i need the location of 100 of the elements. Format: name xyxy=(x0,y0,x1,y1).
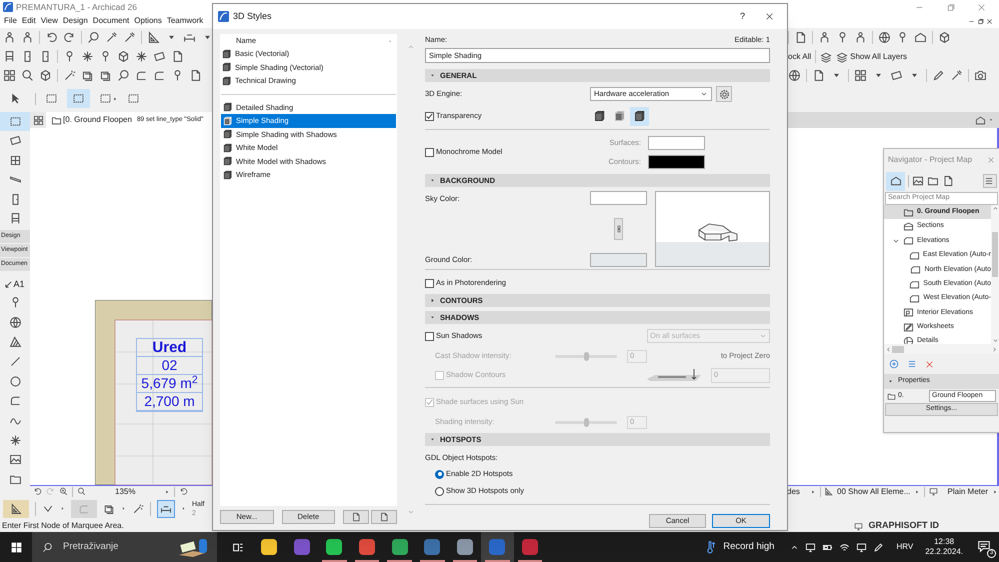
asterisk-icon[interactable] xyxy=(8,434,22,447)
house-icon[interactable] xyxy=(975,114,986,126)
caret-icon[interactable] xyxy=(181,506,186,511)
menu-item[interactable]: Design xyxy=(62,15,88,27)
wand-icon[interactable] xyxy=(63,69,76,82)
caret-icon[interactable] xyxy=(988,117,994,123)
scrollbar[interactable] xyxy=(991,205,999,344)
monitor-icon[interactable] xyxy=(854,522,864,530)
color-swatch[interactable] xyxy=(590,191,647,205)
caret-icon[interactable] xyxy=(164,488,170,494)
marquee-icon[interactable] xyxy=(45,92,58,105)
account-button[interactable]: GRAPHISOFT ID xyxy=(868,519,939,533)
menu-item[interactable]: Document xyxy=(92,15,130,27)
project-map-tab[interactable] xyxy=(886,172,905,190)
clock[interactable]: 12:38 22.2.2024. xyxy=(925,537,963,557)
folder-icon[interactable] xyxy=(927,175,939,187)
caret-icon[interactable] xyxy=(992,488,998,494)
polyline-icon[interactable] xyxy=(135,69,148,82)
image-icon[interactable] xyxy=(912,175,924,187)
asterisk-icon[interactable] xyxy=(135,50,148,63)
chair-icon[interactable] xyxy=(3,50,16,63)
menu-icon[interactable] xyxy=(907,359,917,369)
marquee-icon[interactable] xyxy=(99,92,112,105)
grid-icon[interactable] xyxy=(3,69,16,82)
export-button[interactable] xyxy=(371,510,397,524)
undo-icon[interactable] xyxy=(33,487,42,496)
document-icon[interactable] xyxy=(942,175,954,187)
caret-icon[interactable] xyxy=(60,506,65,511)
toolbar-button[interactable]: ock All xyxy=(788,50,812,62)
menu-item[interactable]: File xyxy=(4,15,17,27)
document-icon[interactable] xyxy=(171,50,184,63)
person-icon[interactable] xyxy=(3,31,16,44)
notification-icon[interactable] xyxy=(977,539,991,553)
wand-icon[interactable] xyxy=(132,502,144,514)
scrollbar-thumb[interactable] xyxy=(992,232,998,277)
label-tool[interactable]: A1 xyxy=(13,278,24,292)
windows-logo-icon[interactable] xyxy=(10,540,22,554)
redo-icon[interactable] xyxy=(63,31,76,44)
help-button[interactable]: ? xyxy=(734,10,751,24)
menu-item[interactable]: Options xyxy=(134,15,162,27)
polyline-icon[interactable] xyxy=(153,69,166,82)
asterisk-icon[interactable] xyxy=(81,50,94,63)
marquee-icon[interactable] xyxy=(8,115,22,128)
language-indicator[interactable]: HRV xyxy=(896,541,914,553)
weather-text[interactable]: Record high xyxy=(723,540,774,554)
document-icon[interactable] xyxy=(794,31,807,44)
menu-button[interactable] xyxy=(983,174,997,188)
link-button[interactable] xyxy=(614,218,623,240)
color-swatch[interactable] xyxy=(648,154,705,168)
camera-icon[interactable] xyxy=(974,69,987,82)
import-button[interactable] xyxy=(343,510,370,524)
marquee-icon[interactable] xyxy=(72,92,85,105)
add-icon[interactable] xyxy=(889,359,899,369)
circle-icon[interactable] xyxy=(8,374,22,388)
undo-icon[interactable] xyxy=(45,31,58,44)
caret-icon[interactable] xyxy=(810,488,816,494)
scrollbar[interactable] xyxy=(884,344,999,354)
zoom-level[interactable]: 135% xyxy=(115,486,136,498)
cube-icon[interactable] xyxy=(938,31,951,44)
zoom-icon[interactable] xyxy=(77,487,86,496)
story-icon[interactable] xyxy=(51,114,62,126)
folder-icon[interactable] xyxy=(8,473,22,486)
line-icon[interactable] xyxy=(8,354,22,368)
menu-item[interactable]: Teamwork xyxy=(166,15,204,27)
document-icon[interactable] xyxy=(189,69,202,82)
polyline-icon[interactable] xyxy=(8,394,22,408)
person-icon[interactable] xyxy=(854,31,867,44)
person-icon[interactable] xyxy=(818,31,831,44)
close-button[interactable] xyxy=(765,12,774,21)
taskbar-search-field[interactable]: Pretraživanje xyxy=(32,532,217,562)
toolbar-button[interactable]: Show All Layers xyxy=(836,50,908,62)
render-mode-button[interactable] xyxy=(630,106,649,126)
search-icon[interactable] xyxy=(87,31,100,44)
cube-icon[interactable] xyxy=(39,69,52,82)
status-item[interactable]: Plain Meter xyxy=(948,486,988,498)
radio-button[interactable] xyxy=(435,470,444,478)
hatch-icon[interactable] xyxy=(8,335,22,348)
radio-button[interactable] xyxy=(435,486,444,496)
caret-icon[interactable] xyxy=(914,488,920,494)
menu-item[interactable]: View xyxy=(40,15,58,27)
taskbar-app[interactable] xyxy=(481,532,514,562)
undo-icon[interactable] xyxy=(179,487,188,496)
caret-icon[interactable] xyxy=(112,96,118,102)
maximize-icon[interactable] xyxy=(977,18,984,24)
wifi-icon[interactable] xyxy=(839,542,850,552)
slab-icon[interactable] xyxy=(890,69,903,82)
slab-icon[interactable] xyxy=(153,50,166,63)
status-item[interactable]: 00 Show All Eleme... xyxy=(837,486,910,498)
menu-item[interactable]: Edit xyxy=(22,15,36,27)
grid-icon[interactable] xyxy=(854,69,867,82)
monitor-icon[interactable] xyxy=(928,487,938,496)
zoom-in-icon[interactable] xyxy=(59,487,68,496)
color-swatch[interactable] xyxy=(590,253,647,267)
scrollbar-thumb[interactable] xyxy=(892,346,904,352)
caret-icon[interactable] xyxy=(121,506,126,511)
slab-icon[interactable] xyxy=(8,134,22,148)
eyedropper-icon[interactable] xyxy=(123,31,136,44)
cube-icon[interactable] xyxy=(117,50,130,63)
window-icon[interactable] xyxy=(8,154,22,167)
person-icon[interactable] xyxy=(21,31,34,44)
